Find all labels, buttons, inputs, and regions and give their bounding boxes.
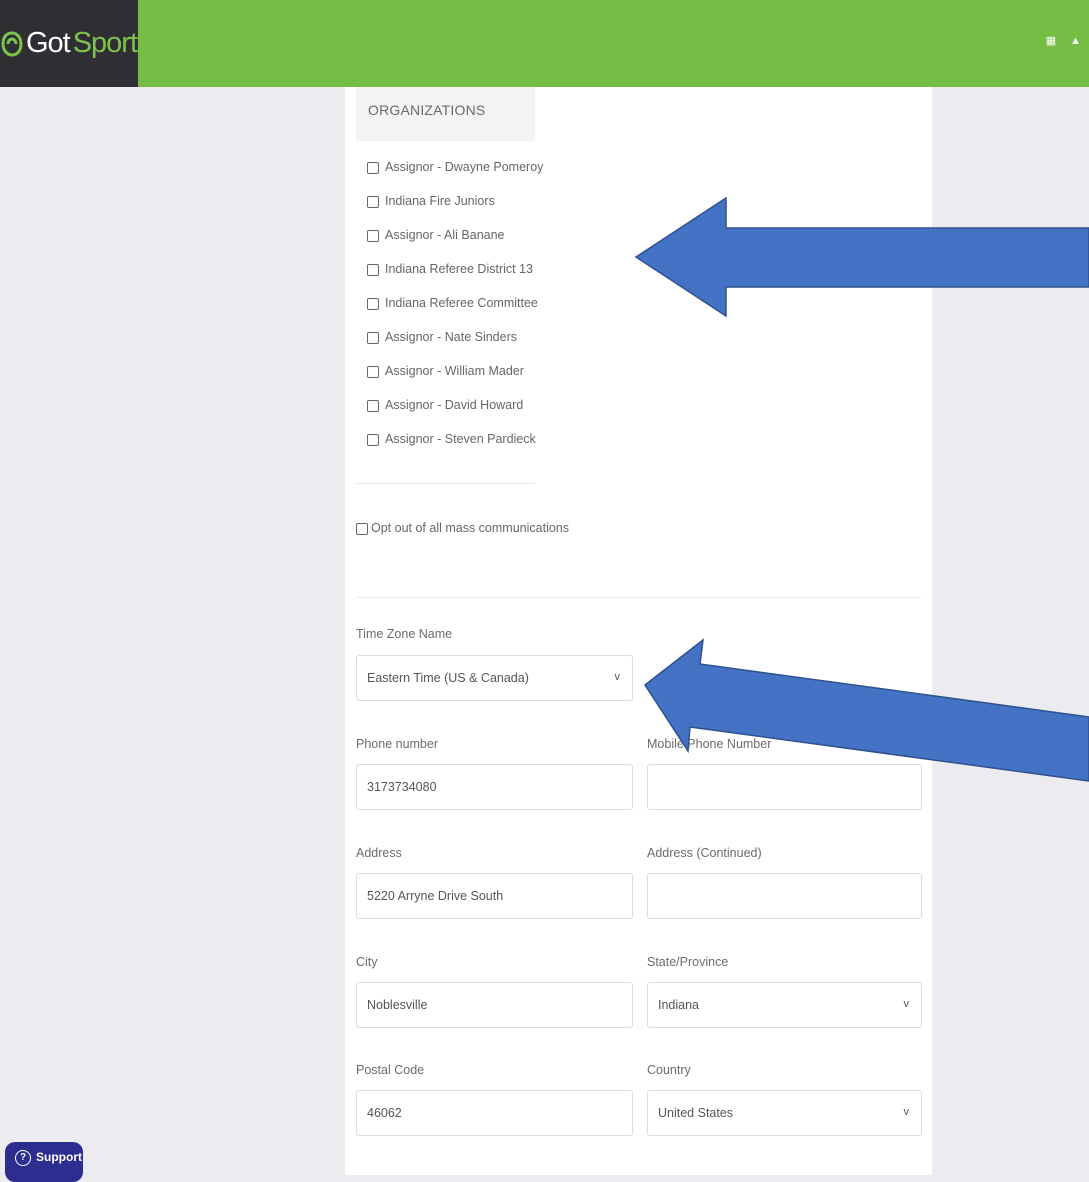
question-icon: ? xyxy=(15,1150,31,1166)
support-button[interactable]: ? Support xyxy=(5,1142,83,1182)
support-label: Support xyxy=(36,1150,82,1164)
annotation-arrow-organizations xyxy=(634,196,1089,782)
